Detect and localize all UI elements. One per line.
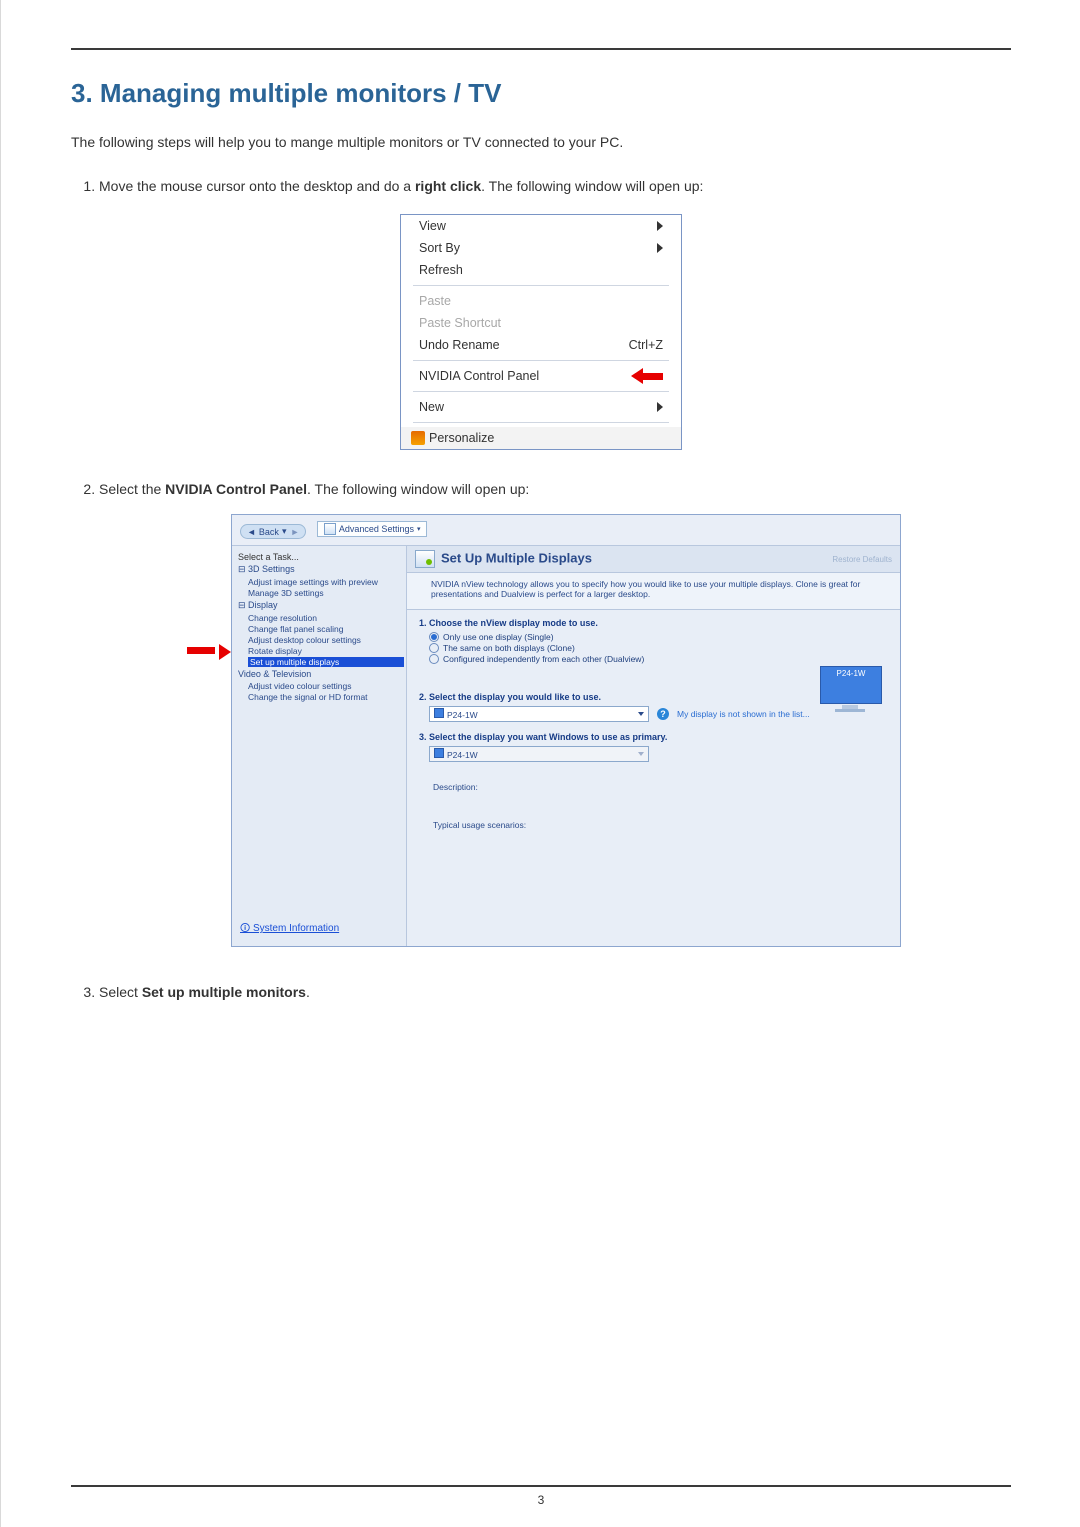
page-heading: 3. Managing multiple monitors / TV: [71, 78, 1011, 109]
tree-video-colour[interactable]: Adjust video colour settings: [248, 681, 404, 691]
menu-paste: Paste: [401, 290, 681, 312]
menu-separator: [413, 360, 669, 361]
menu-nvidia-control-panel[interactable]: NVIDIA Control Panel: [401, 365, 681, 387]
step-1: Move the mouse cursor onto the desktop a…: [99, 177, 1011, 197]
help-icon[interactable]: ?: [657, 708, 669, 720]
menu-new[interactable]: New: [401, 396, 681, 418]
menu-personalize[interactable]: Personalize: [401, 427, 681, 449]
submenu-arrow-icon: [657, 402, 663, 412]
radio-clone[interactable]: The same on both displays (Clone): [429, 643, 888, 653]
tree-display[interactable]: ⊟ Display: [238, 600, 400, 611]
tree-adjust-preview[interactable]: Adjust image settings with preview: [248, 577, 404, 587]
footer-rule: [71, 1485, 1011, 1487]
advanced-settings-dropdown[interactable]: Advanced Settings ▾: [317, 521, 428, 537]
chevron-down-icon: [638, 752, 644, 756]
submenu-arrow-icon: [657, 243, 663, 253]
tree-flat-panel[interactable]: Change flat panel scaling: [248, 624, 404, 634]
panel-title: Set Up Multiple Displays: [441, 551, 592, 566]
personalize-icon: [411, 431, 425, 445]
intro-text: The following steps will help you to man…: [71, 133, 1011, 153]
multi-display-icon: [415, 550, 435, 568]
tree-video-tv[interactable]: Video & Television: [238, 669, 400, 679]
menu-sort-by[interactable]: Sort By: [401, 237, 681, 259]
tree-3d-settings[interactable]: ⊟ 3D Settings: [238, 564, 400, 575]
radio-dualview[interactable]: Configured independently from each other…: [429, 654, 888, 664]
step-3: Select Set up multiple monitors.: [99, 983, 1011, 1003]
display-select-dropdown[interactable]: P24-1W: [429, 706, 649, 722]
callout-arrow-icon: [181, 514, 231, 948]
select-task-label: Select a Task...: [238, 552, 400, 562]
radio-icon: [429, 654, 439, 664]
section-2-heading: 2. Select the display you would like to …: [419, 692, 888, 702]
radio-icon: [429, 643, 439, 653]
monitor-icon: [434, 748, 444, 758]
nvidia-control-panel-screenshot: ◄Back ▾ ► Advanced Settings ▾ Select a T…: [231, 514, 901, 948]
menu-separator: [413, 285, 669, 286]
section-1-heading: 1. Choose the nView display mode to use.: [419, 618, 888, 628]
menu-separator: [413, 391, 669, 392]
section-3-heading: 3. Select the display you want Windows t…: [419, 732, 888, 742]
radio-icon: [429, 632, 439, 642]
menu-view[interactable]: View: [401, 215, 681, 237]
primary-display-dropdown: P24-1W: [429, 746, 649, 762]
context-menu-screenshot: View Sort By Refresh Paste Paste Shortcu…: [400, 214, 682, 450]
tree-rotate-display[interactable]: Rotate display: [248, 646, 404, 656]
tree-desktop-colour[interactable]: Adjust desktop colour settings: [248, 635, 404, 645]
top-rule: [71, 48, 1011, 50]
page-number: 3: [538, 1493, 545, 1507]
restore-defaults-link[interactable]: Restore Defaults: [832, 555, 892, 564]
step-2: Select the NVIDIA Control Panel. The fol…: [99, 480, 1011, 500]
monitor-icon: [434, 708, 444, 718]
menu-separator: [413, 422, 669, 423]
radio-single[interactable]: Only use one display (Single): [429, 632, 888, 642]
display-not-shown-link[interactable]: My display is not shown in the list...: [677, 709, 810, 719]
chevron-down-icon: [638, 712, 644, 716]
system-information-link[interactable]: 🛈 System Information: [240, 921, 339, 938]
tree-signal-hd[interactable]: Change the signal or HD format: [248, 692, 404, 702]
menu-undo-rename[interactable]: Undo RenameCtrl+Z: [401, 334, 681, 356]
monitor-preview-icon: P24-1W: [820, 666, 880, 710]
submenu-arrow-icon: [657, 221, 663, 231]
tree-set-up-multiple[interactable]: Set up multiple displays: [248, 657, 404, 667]
menu-paste-shortcut: Paste Shortcut: [401, 312, 681, 334]
tree-change-resolution[interactable]: Change resolution: [248, 613, 404, 623]
menu-refresh[interactable]: Refresh: [401, 259, 681, 281]
description-label: Description:: [433, 782, 888, 792]
callout-arrow-icon: [631, 369, 663, 383]
back-button[interactable]: ◄Back ▾ ►: [240, 524, 306, 539]
panel-description: NVIDIA nView technology allows you to sp…: [407, 573, 900, 610]
usage-label: Typical usage scenarios:: [433, 820, 888, 830]
tree-manage-3d[interactable]: Manage 3D settings: [248, 588, 404, 598]
